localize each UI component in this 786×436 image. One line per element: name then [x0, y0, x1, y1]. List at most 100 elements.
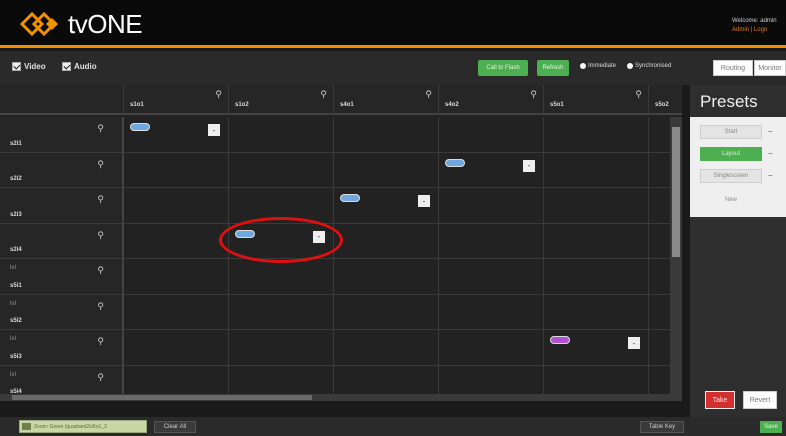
- crosspoint-cell[interactable]: [124, 223, 229, 259]
- row-header[interactable]: s5i2 ⚲ lııl: [0, 294, 124, 330]
- row-header[interactable]: s2i4 ⚲: [0, 223, 124, 259]
- column-header[interactable]: s4o2 ⚲: [439, 85, 544, 115]
- take-button[interactable]: Take: [705, 391, 735, 409]
- column-header[interactable]: s1o1 ⚲: [124, 85, 229, 115]
- tab-routing[interactable]: Routing: [713, 60, 753, 76]
- route-indicator[interactable]: [130, 123, 150, 131]
- crosspoint-cell[interactable]: [544, 117, 649, 153]
- key-icon[interactable]: ⚲: [635, 89, 642, 100]
- grid-corner: [0, 85, 124, 115]
- save-button[interactable]: Save: [760, 421, 782, 433]
- video-label: Video: [24, 62, 46, 71]
- crosspoint-cell[interactable]: [544, 223, 649, 259]
- crosspoint-cell[interactable]: [229, 294, 334, 330]
- radio-immediate[interactable]: Immediate: [580, 63, 616, 69]
- key-icon[interactable]: ⚲: [97, 123, 104, 134]
- route-indicator[interactable]: [550, 336, 570, 344]
- radio-icon: [627, 63, 633, 69]
- crosspoint-cell[interactable]: [439, 259, 544, 295]
- key-icon[interactable]: ⚲: [97, 301, 104, 312]
- crosspoint-cell[interactable]: [124, 188, 229, 224]
- tab-monitor[interactable]: Monitor: [754, 60, 786, 76]
- key-icon[interactable]: ⚲: [530, 89, 537, 100]
- key-icon[interactable]: ⚲: [425, 89, 432, 100]
- route-menu-button[interactable]: -: [523, 159, 535, 172]
- row-header[interactable]: s5i3 ⚲ lııl: [0, 330, 124, 366]
- remove-preset-icon[interactable]: −: [768, 149, 773, 158]
- crosspoint-cell[interactable]: [334, 259, 439, 295]
- key-icon[interactable]: ⚲: [97, 372, 104, 383]
- crosspoint-cell[interactable]: [229, 259, 334, 295]
- crosspoint-cell[interactable]: [229, 117, 334, 153]
- key-icon[interactable]: ⚲: [97, 194, 104, 205]
- crosspoint-cell[interactable]: [439, 330, 544, 366]
- crosspoint-cell[interactable]: [124, 152, 229, 188]
- crosspoint-cell[interactable]: [439, 117, 544, 153]
- remove-preset-icon[interactable]: −: [768, 171, 773, 180]
- crosspoint-cell[interactable]: [544, 152, 649, 188]
- row-header[interactable]: s2i2 ⚲: [0, 152, 124, 188]
- new-preset-button[interactable]: New: [700, 194, 762, 206]
- clear-all-button[interactable]: Clear All: [154, 421, 196, 433]
- table-key-button[interactable]: Table Key: [640, 421, 684, 433]
- crosspoint-cell[interactable]: [439, 223, 544, 259]
- column-header[interactable]: s5o2⚲: [649, 85, 682, 115]
- key-icon[interactable]: ⚲: [97, 230, 104, 241]
- preset-list: Start − Layout − Singlescreen − New: [690, 117, 786, 217]
- crosspoint-cell[interactable]: [334, 152, 439, 188]
- crosspoint-cell[interactable]: [334, 294, 439, 330]
- key-icon[interactable]: ⚲: [97, 336, 104, 347]
- crosspoint-cell[interactable]: [124, 294, 229, 330]
- scroll-thumb[interactable]: [12, 395, 312, 400]
- key-icon[interactable]: ⚲: [97, 265, 104, 276]
- column-header[interactable]: s1o2 ⚲: [229, 85, 334, 115]
- row-label: s2i4: [10, 247, 22, 253]
- audio-checkbox[interactable]: Audio: [62, 62, 97, 71]
- route-indicator[interactable]: [340, 194, 360, 202]
- tvone-logo: tvONE: [20, 9, 143, 39]
- crosspoint-cell[interactable]: [439, 294, 544, 330]
- crosspoint-cell[interactable]: [544, 294, 649, 330]
- crosspoint-cell[interactable]: [124, 330, 229, 366]
- crosspoint-cell[interactable]: [334, 223, 439, 259]
- route-indicator[interactable]: [445, 158, 465, 167]
- route-menu-button[interactable]: -: [418, 195, 430, 207]
- preset-item[interactable]: Layout: [700, 147, 762, 161]
- crosspoint-cell[interactable]: [439, 188, 544, 224]
- crosspoint-cell[interactable]: [334, 117, 439, 153]
- key-icon[interactable]: ⚲: [320, 89, 327, 100]
- crosspoint-cell[interactable]: [334, 330, 439, 366]
- row-header[interactable]: s2i3 ⚲: [0, 188, 124, 224]
- grid-horizontal-scrollbar[interactable]: [0, 394, 670, 401]
- checkbox-checked-icon: [62, 62, 71, 71]
- grid-vertical-scrollbar[interactable]: [670, 117, 682, 401]
- welcome-line: Welcome: admin: [732, 18, 777, 24]
- column-header[interactable]: s5o1 ⚲: [544, 85, 649, 115]
- row-header[interactable]: s5i1 ⚲ lııl: [0, 259, 124, 295]
- preset-item[interactable]: Start: [700, 125, 762, 139]
- route-menu-button[interactable]: -: [208, 124, 220, 136]
- crosspoint-cell[interactable]: [124, 259, 229, 295]
- crosspoint-cell[interactable]: [229, 330, 334, 366]
- column-header[interactable]: s4o1 ⚲: [334, 85, 439, 115]
- key-icon[interactable]: ⚲: [97, 159, 104, 170]
- row-label: s2i3: [10, 211, 22, 218]
- row-header[interactable]: s2i1 ⚲: [0, 117, 124, 153]
- remove-preset-icon[interactable]: −: [768, 127, 773, 136]
- call-to-flash-button[interactable]: Call to Flash: [478, 60, 528, 76]
- route-menu-button[interactable]: -: [628, 337, 640, 349]
- audio-label: Audio: [74, 62, 97, 71]
- crosspoint-cell[interactable]: [544, 188, 649, 224]
- video-checkbox[interactable]: Video: [12, 62, 46, 71]
- revert-button[interactable]: Revert: [743, 391, 777, 409]
- toolbar: Video Audio Call to Flash Refresh Immedi…: [0, 51, 786, 85]
- account-links[interactable]: Admin | Logo: [732, 26, 777, 35]
- crosspoint-cell[interactable]: [544, 259, 649, 295]
- scroll-thumb[interactable]: [672, 127, 680, 257]
- refresh-button[interactable]: Refresh: [537, 60, 569, 76]
- crosspoint-cell[interactable]: [229, 152, 334, 188]
- radio-synchronised[interactable]: Synchronised: [627, 63, 671, 69]
- key-icon[interactable]: ⚲: [215, 89, 222, 100]
- preset-item[interactable]: Singlescreen: [700, 169, 762, 183]
- radio-immediate-label: Immediate: [588, 63, 617, 69]
